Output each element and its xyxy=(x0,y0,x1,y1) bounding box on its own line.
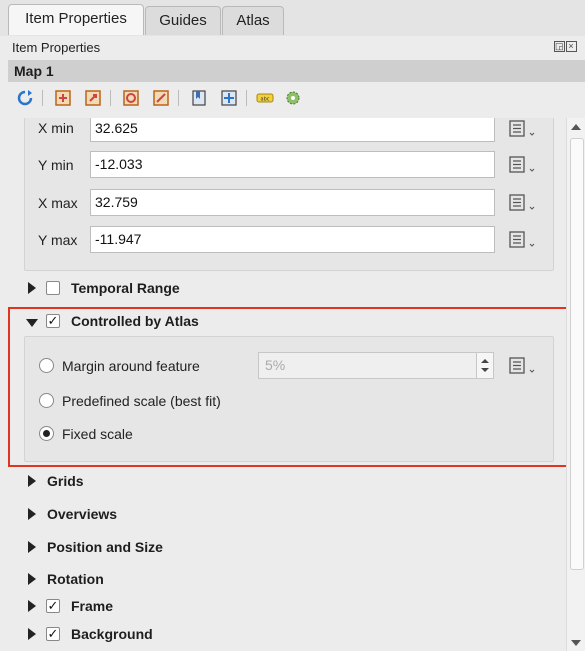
frame-checkbox[interactable]: ✓ xyxy=(46,599,60,613)
xmax-field[interactable]: 32.759 xyxy=(90,189,495,216)
tab-guides[interactable]: Guides xyxy=(145,6,221,35)
scroll-up-icon[interactable] xyxy=(571,124,581,130)
scroll-down-icon[interactable] xyxy=(571,640,581,646)
label-settings-icon[interactable]: abc xyxy=(256,89,274,107)
xmax-label: X max xyxy=(38,195,78,211)
xmin-label: X min xyxy=(38,120,74,136)
tab-item-properties[interactable]: Item Properties xyxy=(8,4,144,35)
temporal-range-header[interactable]: Temporal Range xyxy=(71,280,180,296)
overviews-header[interactable]: Overviews xyxy=(47,506,117,522)
expand-position-icon[interactable] xyxy=(28,541,36,553)
frame-header[interactable]: Frame xyxy=(71,598,113,614)
position-size-header[interactable]: Position and Size xyxy=(47,539,163,555)
ymax-field[interactable]: -11.947 xyxy=(90,226,495,253)
clipping-settings-icon[interactable] xyxy=(284,89,302,107)
temporal-range-checkbox[interactable] xyxy=(46,281,60,295)
set-extent-icon[interactable] xyxy=(54,89,72,107)
ymin-field[interactable]: -12.033 xyxy=(90,151,495,178)
panel-title: Item Properties xyxy=(12,40,101,55)
map-item-title: Map 1 xyxy=(8,60,585,82)
vertical-scrollbar[interactable] xyxy=(566,118,585,651)
expand-rotation-icon[interactable] xyxy=(28,573,36,585)
data-defined-override-icon[interactable] xyxy=(508,193,536,213)
expand-frame-icon[interactable] xyxy=(28,600,36,612)
xmin-field[interactable]: 32.625 xyxy=(90,118,495,142)
background-header[interactable]: Background xyxy=(71,626,153,642)
grids-header[interactable]: Grids xyxy=(47,473,84,489)
dock-buttons: ◲ × xyxy=(553,40,577,52)
bookmark-icon[interactable] xyxy=(190,89,208,107)
move-content-icon[interactable] xyxy=(220,89,238,107)
tab-bar: Item Properties Guides Atlas xyxy=(0,0,585,36)
background-checkbox[interactable]: ✓ xyxy=(46,627,60,641)
view-extent-icon[interactable] xyxy=(84,89,102,107)
data-defined-override-icon[interactable] xyxy=(508,119,536,139)
set-scale-icon[interactable] xyxy=(122,89,140,107)
refresh-icon[interactable] xyxy=(16,89,34,107)
svg-text:abc: abc xyxy=(261,97,270,103)
expand-grids-icon[interactable] xyxy=(28,475,36,487)
atlas-highlight-box xyxy=(8,307,574,467)
data-defined-override-icon[interactable] xyxy=(508,155,536,175)
ymax-label: Y max xyxy=(38,232,78,248)
expand-overviews-icon[interactable] xyxy=(28,508,36,520)
tab-atlas[interactable]: Atlas xyxy=(222,6,284,35)
ymin-label: Y min xyxy=(38,157,74,173)
scroll-thumb[interactable] xyxy=(570,138,584,570)
expand-background-icon[interactable] xyxy=(28,628,36,640)
data-defined-override-icon[interactable] xyxy=(508,230,536,250)
rotation-header[interactable]: Rotation xyxy=(47,571,104,587)
float-panel-icon[interactable]: ◲ xyxy=(554,41,565,52)
expand-temporal-icon[interactable] xyxy=(28,282,36,294)
close-panel-icon[interactable]: × xyxy=(566,41,577,52)
view-scale-icon[interactable] xyxy=(152,89,170,107)
